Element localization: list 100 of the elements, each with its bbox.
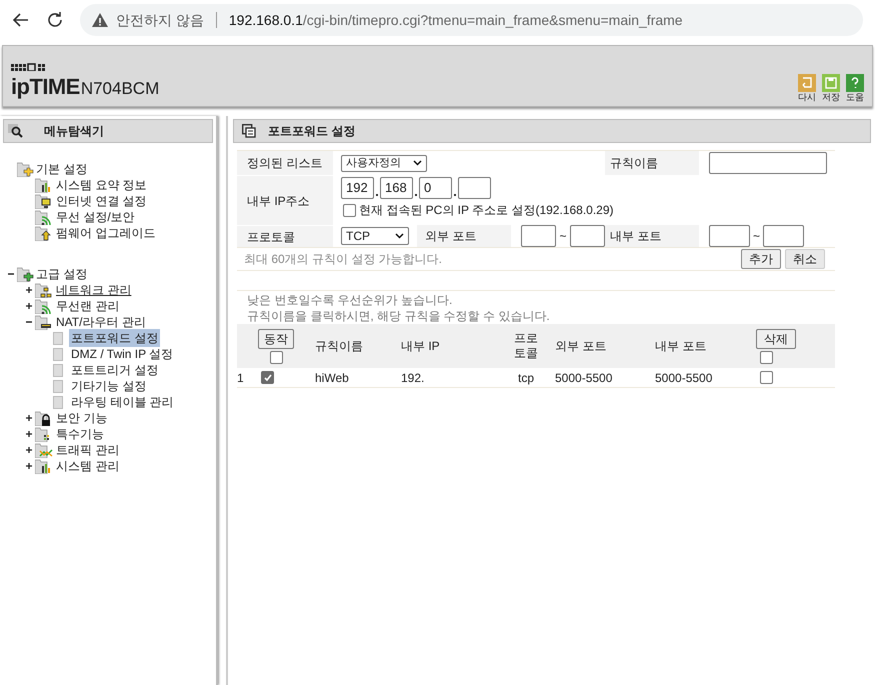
model-name: N704BCM xyxy=(80,80,160,97)
page-icon xyxy=(53,348,63,360)
tree-item[interactable]: 무선랜 관리 xyxy=(56,297,120,315)
field-label: 내부 포트 xyxy=(605,225,699,247)
tree-item[interactable]: 인터넷 연결 설정 xyxy=(56,192,147,210)
column-header: 내부 포트 xyxy=(655,324,755,368)
tree-item[interactable]: 무선 설정/보안 xyxy=(56,208,135,226)
checkbox[interactable] xyxy=(343,204,356,216)
table-cell-text: tcp xyxy=(518,370,534,386)
port-input[interactable] xyxy=(521,225,556,247)
checkbox[interactable] xyxy=(760,371,773,384)
sidebar-title: 메뉴탐색기 xyxy=(44,123,104,140)
limit-note: 최대 60개의 규칙이 설정 가능합니다. xyxy=(244,251,442,268)
back-icon[interactable] xyxy=(12,11,30,29)
security-warning: 안전하지 않음 xyxy=(116,10,204,30)
expand-toggle[interactable]: + xyxy=(23,284,35,296)
field-label: 규칙이름 xyxy=(605,151,699,175)
checkbox[interactable] xyxy=(261,371,274,384)
checkbox[interactable] xyxy=(270,350,282,364)
url-text: 192.168.0.1/cgi-bin/timepro.cgi?tmenu=main_frame&smenu=main_frame xyxy=(228,10,683,30)
router-icon xyxy=(35,314,53,330)
lock-icon xyxy=(35,410,53,426)
network-icon xyxy=(35,282,53,298)
delete-button[interactable]: 삭제 xyxy=(756,328,796,348)
field-label: 내부 IP주소 xyxy=(237,175,333,225)
tree-item[interactable]: DMZ / Twin IP 설정 xyxy=(69,345,176,363)
bar-chart-icon xyxy=(35,458,53,474)
brand-logo: ipTIME xyxy=(11,76,80,98)
tree-item[interactable]: 기본 설정 xyxy=(36,160,88,178)
ip-octet-input[interactable] xyxy=(458,177,491,199)
tree-item[interactable]: 펌웨어 업그레이드 xyxy=(56,224,156,242)
table-cell-text: 5000-5500 xyxy=(655,370,712,386)
ip-octet-input[interactable]: 192 xyxy=(341,177,374,199)
ip-octet-input[interactable]: 0 xyxy=(419,177,452,199)
tree-item[interactable]: 라우팅 테이블 관리 xyxy=(69,393,176,411)
expand-toggle[interactable]: + xyxy=(23,300,35,312)
cancel-button[interactable]: 취소 xyxy=(785,249,825,269)
folder-icon xyxy=(17,161,35,177)
range-separator: ~ xyxy=(753,228,760,245)
protocol-select[interactable]: TCP xyxy=(341,227,409,245)
page-icon xyxy=(53,332,63,344)
collapse-toggle[interactable]: − xyxy=(23,316,35,328)
bar-chart-icon xyxy=(35,177,53,193)
chevron-down-icon xyxy=(413,160,422,166)
page-icon xyxy=(53,396,63,408)
tree-item[interactable]: 기타기능 설정 xyxy=(69,377,148,395)
port-input[interactable] xyxy=(709,225,750,247)
address-bar[interactable]: 안전하지 않음 192.168.0.1/cgi-bin/timepro.cgi?tmenu=main_frame&smenu=main_frame xyxy=(80,4,863,36)
field-label: 외부 포트 xyxy=(417,225,511,247)
tree-item[interactable]: 네트워크 관리 xyxy=(56,281,132,299)
chevron-down-icon xyxy=(395,233,404,239)
reload-icon[interactable] xyxy=(46,11,64,29)
folder-icon xyxy=(17,266,35,282)
wifi-icon xyxy=(35,298,53,314)
column-header: 프로 토콜 xyxy=(497,324,555,368)
tree-item[interactable]: NAT/라우터 관리 xyxy=(56,313,146,331)
add-button[interactable]: 추가 xyxy=(741,249,781,269)
rule-name-link[interactable]: hiWeb xyxy=(315,368,349,386)
row-number: 1 xyxy=(237,370,244,386)
table-cell-text: 5000-5500 xyxy=(555,370,612,386)
search-icon xyxy=(8,124,24,138)
expand-toggle[interactable]: + xyxy=(23,428,35,440)
range-separator: ~ xyxy=(559,228,566,245)
tree-item[interactable]: 특수기능 xyxy=(56,425,104,443)
window-icon xyxy=(242,124,256,138)
tree-item[interactable]: 포트트리거 설정 xyxy=(69,361,160,379)
column-header: 내부 IP xyxy=(401,324,497,368)
wifi-icon xyxy=(35,209,53,225)
panel-title: 포트포워드 설정 xyxy=(268,123,356,140)
upload-icon xyxy=(35,225,53,241)
expand-toggle[interactable]: + xyxy=(23,412,35,424)
tree-item[interactable]: 보안 기능 xyxy=(56,409,108,427)
monitor-icon xyxy=(35,193,53,209)
field-label: 프로토콜 xyxy=(237,225,333,247)
preset-select[interactable]: 사용자정의 xyxy=(341,154,427,172)
tree-item[interactable]: 트래픽 관리 xyxy=(56,441,120,459)
ip-octet-input[interactable]: 168 xyxy=(380,177,413,199)
help-note: 규칙이름을 클릭하시면, 해당 규칙을 수정할 수 있습니다. xyxy=(247,308,551,324)
collapse-toggle[interactable]: − xyxy=(5,268,17,280)
tree-item[interactable]: 포트포워드 설정 xyxy=(69,329,160,347)
graph-icon xyxy=(35,442,53,458)
field-label: 정의된 리스트 xyxy=(237,151,333,175)
checkmark-icon xyxy=(262,372,272,382)
expand-toggle[interactable]: + xyxy=(23,444,35,456)
action-button[interactable]: 동작 xyxy=(258,328,294,348)
warning-icon xyxy=(92,13,108,27)
tree-item[interactable]: 시스템 요약 정보 xyxy=(56,176,147,194)
expand-toggle[interactable]: + xyxy=(23,460,35,472)
column-header: 외부 포트 xyxy=(555,324,655,368)
port-input[interactable] xyxy=(570,225,605,247)
checkbox[interactable] xyxy=(760,350,773,364)
table-cell-text: 192. xyxy=(401,370,424,386)
column-header: 규칙이름 xyxy=(315,324,401,368)
page-icon xyxy=(53,364,63,376)
rule-name-input[interactable] xyxy=(709,152,827,174)
port-input[interactable] xyxy=(763,225,804,247)
tree-item[interactable]: 시스템 관리 xyxy=(56,457,120,475)
page-icon xyxy=(53,380,63,392)
tree-item[interactable]: 고급 설정 xyxy=(36,265,88,283)
checkbox-label: 현재 접속된 PC의 IP 주소로 설정(192.168.0.29) xyxy=(359,202,614,219)
